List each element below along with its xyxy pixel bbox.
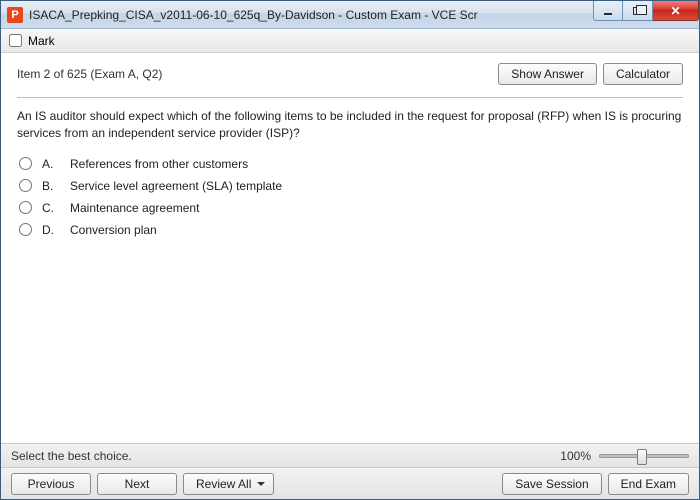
content-area: Item 2 of 625 (Exam A, Q2) Show Answer C… bbox=[1, 53, 699, 443]
minimize-icon bbox=[604, 13, 612, 15]
option-b-radio[interactable] bbox=[19, 179, 32, 192]
zoom-control: 100% bbox=[560, 449, 689, 463]
option-b[interactable]: B. Service level agreement (SLA) templat… bbox=[19, 179, 683, 193]
close-icon: ✕ bbox=[670, 4, 680, 18]
mark-bar: Mark bbox=[1, 29, 699, 53]
item-counter: Item 2 of 625 (Exam A, Q2) bbox=[17, 67, 162, 81]
previous-button[interactable]: Previous bbox=[11, 473, 91, 495]
zoom-value: 100% bbox=[560, 449, 591, 463]
option-text: Conversion plan bbox=[70, 223, 157, 237]
end-exam-button[interactable]: End Exam bbox=[608, 473, 689, 495]
app-window: P ISACA_Prepking_CISA_v2011-06-10_625q_B… bbox=[0, 0, 700, 500]
show-answer-button[interactable]: Show Answer bbox=[498, 63, 597, 85]
close-button[interactable]: ✕ bbox=[653, 1, 699, 21]
window-controls: ✕ bbox=[593, 1, 699, 21]
option-d[interactable]: D. Conversion plan bbox=[19, 223, 683, 237]
option-c[interactable]: C. Maintenance agreement bbox=[19, 201, 683, 215]
window-title: ISACA_Prepking_CISA_v2011-06-10_625q_By-… bbox=[29, 8, 478, 22]
maximize-icon bbox=[633, 7, 642, 15]
maximize-button[interactable] bbox=[623, 1, 653, 21]
option-letter: A. bbox=[42, 157, 60, 171]
status-bar: Select the best choice. 100% bbox=[1, 443, 699, 467]
zoom-slider-thumb[interactable] bbox=[637, 449, 647, 465]
next-button[interactable]: Next bbox=[97, 473, 177, 495]
mark-label: Mark bbox=[28, 34, 55, 48]
question-text: An IS auditor should expect which of the… bbox=[17, 108, 683, 143]
item-header: Item 2 of 625 (Exam A, Q2) Show Answer C… bbox=[17, 63, 683, 85]
option-text: Maintenance agreement bbox=[70, 201, 199, 215]
option-d-radio[interactable] bbox=[19, 223, 32, 236]
option-letter: C. bbox=[42, 201, 60, 215]
save-session-button[interactable]: Save Session bbox=[502, 473, 601, 495]
option-letter: D. bbox=[42, 223, 60, 237]
option-a-radio[interactable] bbox=[19, 157, 32, 170]
zoom-slider[interactable] bbox=[599, 454, 689, 458]
option-c-radio[interactable] bbox=[19, 201, 32, 214]
app-icon: P bbox=[7, 7, 23, 23]
separator bbox=[17, 97, 683, 98]
options-group: A. References from other customers B. Se… bbox=[17, 157, 683, 237]
calculator-button[interactable]: Calculator bbox=[603, 63, 683, 85]
status-hint: Select the best choice. bbox=[11, 449, 132, 463]
bottom-bar: Previous Next Review All Save Session En… bbox=[1, 467, 699, 499]
minimize-button[interactable] bbox=[593, 1, 623, 21]
titlebar: P ISACA_Prepking_CISA_v2011-06-10_625q_B… bbox=[1, 1, 699, 29]
review-all-button[interactable]: Review All bbox=[183, 473, 274, 495]
option-a[interactable]: A. References from other customers bbox=[19, 157, 683, 171]
mark-checkbox[interactable] bbox=[9, 34, 22, 47]
option-text: Service level agreement (SLA) template bbox=[70, 179, 282, 193]
option-letter: B. bbox=[42, 179, 60, 193]
option-text: References from other customers bbox=[70, 157, 248, 171]
